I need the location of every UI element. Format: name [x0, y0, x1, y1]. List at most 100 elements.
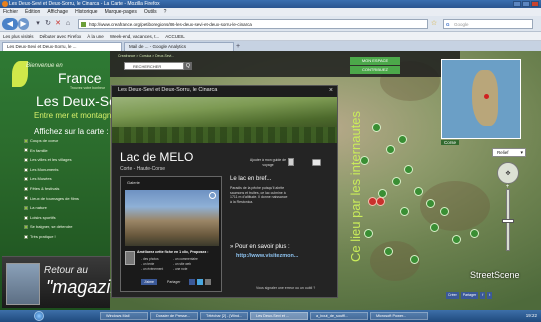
close-icon[interactable]: ×: [329, 86, 333, 96]
menu-outils[interactable]: Outils: [144, 8, 157, 16]
forward-button[interactable]: ▶: [18, 18, 29, 30]
filter-checkbox[interactable]: [24, 167, 28, 172]
facebook-icon[interactable]: f: [480, 292, 486, 299]
task-powerpoint[interactable]: Microsoft Power...: [370, 312, 428, 320]
map-pin[interactable]: [414, 187, 423, 196]
map-pin[interactable]: [452, 235, 461, 244]
filter-se-baigner[interactable]: Se baigner, se détendre: [24, 222, 108, 232]
zoom-magnifier-icon[interactable]: [209, 192, 216, 199]
print-icon[interactable]: [312, 159, 321, 166]
filter-checkbox[interactable]: [24, 196, 28, 201]
report-error-link[interactable]: Vous signaler une erreur ou un oubli ?: [256, 286, 315, 290]
bookmark-star-icon[interactable]: ☆: [430, 20, 438, 28]
breadcrumb[interactable]: Creafrance > Corsica > Deux-Sevi...: [118, 54, 174, 58]
map-pin[interactable]: [426, 199, 435, 208]
bookmark-most-visited[interactable]: Les plus visités: [3, 32, 34, 40]
filter-checkbox[interactable]: [24, 148, 28, 153]
propose-website-link[interactable]: - un site web: [173, 262, 191, 266]
task-dossier-presse[interactable]: Dossier de Presse...: [150, 312, 198, 320]
map-pin[interactable]: [392, 177, 401, 186]
menu-help[interactable]: ?: [164, 8, 167, 16]
site-search-input[interactable]: RECHERCHER: [124, 62, 184, 70]
twitter-share-icon[interactable]: [197, 279, 203, 285]
map-pin[interactable]: [386, 145, 395, 154]
filter-checkbox[interactable]: [24, 215, 28, 220]
map-pin[interactable]: [372, 123, 381, 132]
filter-tres-pratique[interactable]: Très pratique !: [24, 232, 108, 242]
pan-control-icon[interactable]: ✥: [497, 162, 519, 184]
map-pin[interactable]: [410, 255, 419, 264]
filter-checkbox[interactable]: [24, 177, 28, 182]
map-pin[interactable]: [398, 135, 407, 144]
lake-photo[interactable]: [125, 190, 219, 246]
zoom-slider-handle[interactable]: [502, 219, 514, 223]
mon-espace-button[interactable]: MON ESPACE: [350, 57, 400, 65]
add-to-guide-link[interactable]: Ajouter à mon guide de voyage: [248, 158, 288, 167]
task-firefox[interactable]: Les Deux-Sevi et ...: [250, 312, 308, 320]
propose-photos-link[interactable]: - des photos: [141, 257, 159, 261]
back-button[interactable]: ◀: [2, 18, 18, 30]
email-share-icon[interactable]: [205, 279, 211, 285]
search-input[interactable]: G Google: [443, 19, 533, 29]
close-window-button[interactable]: [531, 1, 539, 7]
home-icon[interactable]: ⌂: [64, 20, 72, 28]
bookmark-weekend[interactable]: Week-end, vacances, t...: [110, 32, 159, 40]
map-pin[interactable]: [364, 229, 373, 238]
map-pin[interactable]: [430, 223, 439, 232]
filter-checkbox[interactable]: [24, 186, 28, 191]
menu-historique[interactable]: Historique: [75, 8, 98, 16]
map-pin[interactable]: [440, 207, 449, 216]
tab-deux-sevi[interactable]: Les Deux-Sevi et Deux-Sorru, le ...: [2, 42, 122, 51]
facebook-like-button[interactable]: J'aime: [141, 279, 157, 285]
menu-fichier[interactable]: Fichier: [3, 8, 18, 16]
site-search-button[interactable]: Q: [184, 62, 192, 70]
new-tab-button[interactable]: +: [236, 43, 243, 50]
propose-comment-link[interactable]: - un commentaire: [173, 257, 198, 261]
filter-checkbox[interactable]: [24, 225, 28, 230]
filter-villes-villages[interactable]: Les villes et les villages: [24, 155, 108, 165]
menu-affichage[interactable]: Affichage: [47, 8, 68, 16]
filter-coups-de-coeur[interactable]: Coups de coeur: [24, 136, 108, 146]
map-pin[interactable]: [404, 165, 413, 174]
filter-en-famille[interactable]: En famille: [24, 146, 108, 156]
filter-nature[interactable]: La nature: [24, 203, 108, 213]
minimize-button[interactable]: [513, 1, 521, 7]
filter-checkbox[interactable]: [24, 138, 28, 143]
map-share-button[interactable]: Partager: [460, 292, 479, 299]
reload-icon[interactable]: ↻: [44, 20, 52, 28]
bookmark-headlines[interactable]: À la une: [87, 32, 104, 40]
contribuez-button[interactable]: CONTRIBUEZ: [350, 66, 400, 74]
filter-musees[interactable]: Les Musées: [24, 174, 108, 184]
retour-magazine-banner[interactable]: Retour au "magazin: [2, 256, 120, 308]
filter-loisirs-sportifs[interactable]: Loisirs sportifs: [24, 213, 108, 223]
propose-text-link[interactable]: - un texte: [141, 262, 154, 266]
menu-marque-pages[interactable]: Marque-pages: [105, 8, 137, 16]
map-pin[interactable]: [360, 156, 369, 165]
propose-rating-link[interactable]: - une note: [173, 267, 187, 271]
filter-checkbox[interactable]: [24, 205, 28, 210]
tab-google-analytics[interactable]: Mail de ... - Google Analytics: [124, 42, 234, 51]
guide-book-icon[interactable]: [288, 158, 294, 166]
filter-monuments[interactable]: Les Monuments: [24, 165, 108, 175]
filter-tournages[interactable]: Lieux de tournages de films: [24, 194, 108, 204]
filter-fetes-festivals[interactable]: Fêtes & festivals: [24, 184, 108, 194]
history-dropdown-icon[interactable]: ▾: [34, 20, 42, 28]
map-pin[interactable]: [470, 229, 479, 238]
bookmark-accueil[interactable]: ACCUEIL: [165, 32, 185, 40]
task-windows-mail[interactable]: Windows Mail: [100, 312, 148, 320]
facebook-share-icon[interactable]: [189, 279, 195, 285]
site-logo[interactable]: Bienvenue en France Trouvez votre bonheu…: [12, 53, 110, 91]
map-create-button[interactable]: Créer: [446, 292, 459, 299]
map-pin[interactable]: [384, 247, 393, 256]
menu-edition[interactable]: Édition: [25, 8, 40, 16]
map-type-select[interactable]: Relief: [492, 148, 526, 157]
address-bar[interactable]: http://www.creafrance.org/petiboregions/…: [78, 19, 428, 29]
stop-icon[interactable]: ✕: [54, 20, 62, 28]
twitter-icon[interactable]: t: [487, 292, 493, 299]
start-button[interactable]: [34, 311, 44, 321]
filter-checkbox[interactable]: [24, 234, 28, 239]
map-pin[interactable]: [400, 207, 409, 216]
filter-checkbox[interactable]: [24, 157, 28, 162]
map-pin-red[interactable]: [376, 197, 385, 206]
task-a-bout-de-souffle[interactable]: a_bout_de_souffl...: [310, 312, 368, 320]
